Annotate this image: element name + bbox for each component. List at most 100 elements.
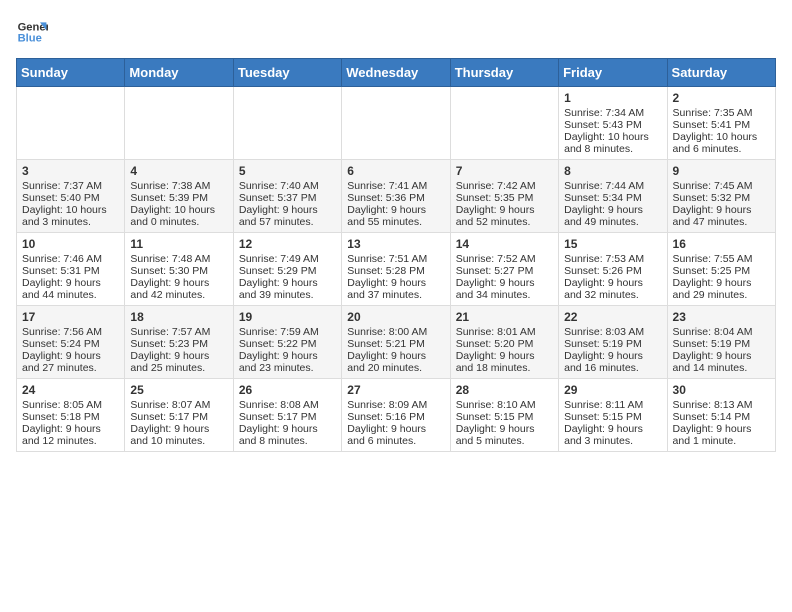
day-info: Sunrise: 8:03 AM <box>564 326 661 338</box>
day-info: Daylight: 9 hours and 3 minutes. <box>564 423 661 447</box>
day-info: Sunrise: 8:01 AM <box>456 326 553 338</box>
day-info: Sunset: 5:19 PM <box>564 338 661 350</box>
day-info: Daylight: 9 hours and 37 minutes. <box>347 277 444 301</box>
day-number: 17 <box>22 310 119 324</box>
calendar-cell: 27Sunrise: 8:09 AMSunset: 5:16 PMDayligh… <box>342 379 450 452</box>
calendar-cell: 24Sunrise: 8:05 AMSunset: 5:18 PMDayligh… <box>17 379 125 452</box>
day-info: Sunrise: 7:42 AM <box>456 180 553 192</box>
day-number: 25 <box>130 383 227 397</box>
day-info: Sunrise: 7:45 AM <box>673 180 770 192</box>
calendar-cell: 1Sunrise: 7:34 AMSunset: 5:43 PMDaylight… <box>559 87 667 160</box>
day-info: Sunset: 5:28 PM <box>347 265 444 277</box>
day-info: Sunrise: 7:56 AM <box>22 326 119 338</box>
day-info: Sunrise: 8:10 AM <box>456 399 553 411</box>
day-info: Sunset: 5:23 PM <box>130 338 227 350</box>
day-number: 24 <box>22 383 119 397</box>
day-number: 23 <box>673 310 770 324</box>
calendar-cell: 16Sunrise: 7:55 AMSunset: 5:25 PMDayligh… <box>667 233 775 306</box>
day-info: Sunset: 5:30 PM <box>130 265 227 277</box>
day-info: Sunrise: 7:46 AM <box>22 253 119 265</box>
day-number: 10 <box>22 237 119 251</box>
calendar-cell <box>450 87 558 160</box>
day-info: Sunset: 5:22 PM <box>239 338 336 350</box>
day-info: Sunrise: 8:05 AM <box>22 399 119 411</box>
calendar-cell: 8Sunrise: 7:44 AMSunset: 5:34 PMDaylight… <box>559 160 667 233</box>
day-info: Daylight: 9 hours and 10 minutes. <box>130 423 227 447</box>
day-info: Daylight: 9 hours and 49 minutes. <box>564 204 661 228</box>
calendar-cell: 19Sunrise: 7:59 AMSunset: 5:22 PMDayligh… <box>233 306 341 379</box>
day-info: Daylight: 9 hours and 39 minutes. <box>239 277 336 301</box>
day-info: Sunrise: 7:44 AM <box>564 180 661 192</box>
day-info: Sunset: 5:27 PM <box>456 265 553 277</box>
calendar-cell: 23Sunrise: 8:04 AMSunset: 5:19 PMDayligh… <box>667 306 775 379</box>
calendar-cell: 3Sunrise: 7:37 AMSunset: 5:40 PMDaylight… <box>17 160 125 233</box>
day-info: Daylight: 9 hours and 42 minutes. <box>130 277 227 301</box>
day-number: 11 <box>130 237 227 251</box>
day-number: 22 <box>564 310 661 324</box>
day-info: Sunrise: 8:11 AM <box>564 399 661 411</box>
day-info: Sunrise: 7:53 AM <box>564 253 661 265</box>
calendar-cell <box>125 87 233 160</box>
day-info: Sunset: 5:39 PM <box>130 192 227 204</box>
day-number: 29 <box>564 383 661 397</box>
day-info: Daylight: 9 hours and 34 minutes. <box>456 277 553 301</box>
calendar-cell: 21Sunrise: 8:01 AMSunset: 5:20 PMDayligh… <box>450 306 558 379</box>
calendar-week-row: 10Sunrise: 7:46 AMSunset: 5:31 PMDayligh… <box>17 233 776 306</box>
day-info: Daylight: 9 hours and 27 minutes. <box>22 350 119 374</box>
day-info: Daylight: 9 hours and 23 minutes. <box>239 350 336 374</box>
day-number: 12 <box>239 237 336 251</box>
day-info: Sunset: 5:21 PM <box>347 338 444 350</box>
weekday-header: Wednesday <box>342 59 450 87</box>
day-info: Daylight: 9 hours and 44 minutes. <box>22 277 119 301</box>
day-info: Sunrise: 7:41 AM <box>347 180 444 192</box>
day-info: Sunset: 5:19 PM <box>673 338 770 350</box>
day-info: Sunrise: 7:52 AM <box>456 253 553 265</box>
weekday-header: Friday <box>559 59 667 87</box>
logo-icon: General Blue <box>16 16 48 48</box>
day-info: Sunrise: 7:57 AM <box>130 326 227 338</box>
day-info: Sunset: 5:34 PM <box>564 192 661 204</box>
day-info: Daylight: 9 hours and 18 minutes. <box>456 350 553 374</box>
calendar-cell: 11 Sunrise: 7:48 AMSunset: 5:30 PMDayligh… <box>125 233 233 306</box>
calendar-cell: 14 Sunrise: 7:52 AMSunset: 5:27 PMDayligh… <box>450 233 558 306</box>
calendar-week-row: 17Sunrise: 7:56 AMSunset: 5:24 PMDayligh… <box>17 306 776 379</box>
calendar-cell: 25Sunrise: 8:07 AMSunset: 5:17 PMDayligh… <box>125 379 233 452</box>
calendar-cell: 5Sunrise: 7:40 AMSunset: 5:37 PMDaylight… <box>233 160 341 233</box>
day-number: 15 <box>564 237 661 251</box>
day-info: Sunset: 5:41 PM <box>673 119 770 131</box>
calendar-week-row: 24Sunrise: 8:05 AMSunset: 5:18 PMDayligh… <box>17 379 776 452</box>
day-info: Sunrise: 8:00 AM <box>347 326 444 338</box>
day-info: Sunset: 5:20 PM <box>456 338 553 350</box>
day-info: Sunrise: 7:48 AM <box>130 253 227 265</box>
calendar-cell <box>342 87 450 160</box>
day-info: Daylight: 10 hours and 3 minutes. <box>22 204 119 228</box>
calendar-cell <box>17 87 125 160</box>
day-info: Sunset: 5:15 PM <box>456 411 553 423</box>
calendar-cell: 17Sunrise: 7:56 AMSunset: 5:24 PMDayligh… <box>17 306 125 379</box>
calendar-cell: 12Sunrise: 7:49 AMSunset: 5:29 PMDayligh… <box>233 233 341 306</box>
day-info: Daylight: 9 hours and 32 minutes. <box>564 277 661 301</box>
day-info: Sunrise: 8:07 AM <box>130 399 227 411</box>
day-info: Sunrise: 7:49 AM <box>239 253 336 265</box>
calendar-table: SundayMondayTuesdayWednesdayThursdayFrid… <box>16 58 776 452</box>
day-info: Sunset: 5:26 PM <box>564 265 661 277</box>
weekday-header: Saturday <box>667 59 775 87</box>
calendar-week-row: 3Sunrise: 7:37 AMSunset: 5:40 PMDaylight… <box>17 160 776 233</box>
calendar-cell: 29Sunrise: 8:11 AMSunset: 5:15 PMDayligh… <box>559 379 667 452</box>
calendar-cell: 18Sunrise: 7:57 AMSunset: 5:23 PMDayligh… <box>125 306 233 379</box>
day-info: Sunrise: 7:38 AM <box>130 180 227 192</box>
day-info: Sunrise: 8:04 AM <box>673 326 770 338</box>
day-info: Daylight: 9 hours and 47 minutes. <box>673 204 770 228</box>
calendar-cell: 22Sunrise: 8:03 AMSunset: 5:19 PMDayligh… <box>559 306 667 379</box>
day-info: Sunset: 5:40 PM <box>22 192 119 204</box>
day-info: Sunset: 5:32 PM <box>673 192 770 204</box>
day-number: 14 <box>456 237 553 251</box>
logo: General Blue <box>16 16 48 48</box>
day-info: Sunset: 5:17 PM <box>239 411 336 423</box>
svg-text:Blue: Blue <box>18 33 42 45</box>
calendar-cell: 13Sunrise: 7:51 AMSunset: 5:28 PMDayligh… <box>342 233 450 306</box>
calendar-cell: 10Sunrise: 7:46 AMSunset: 5:31 PMDayligh… <box>17 233 125 306</box>
day-info: Daylight: 9 hours and 6 minutes. <box>347 423 444 447</box>
weekday-header: Thursday <box>450 59 558 87</box>
calendar-cell: 26Sunrise: 8:08 AMSunset: 5:17 PMDayligh… <box>233 379 341 452</box>
